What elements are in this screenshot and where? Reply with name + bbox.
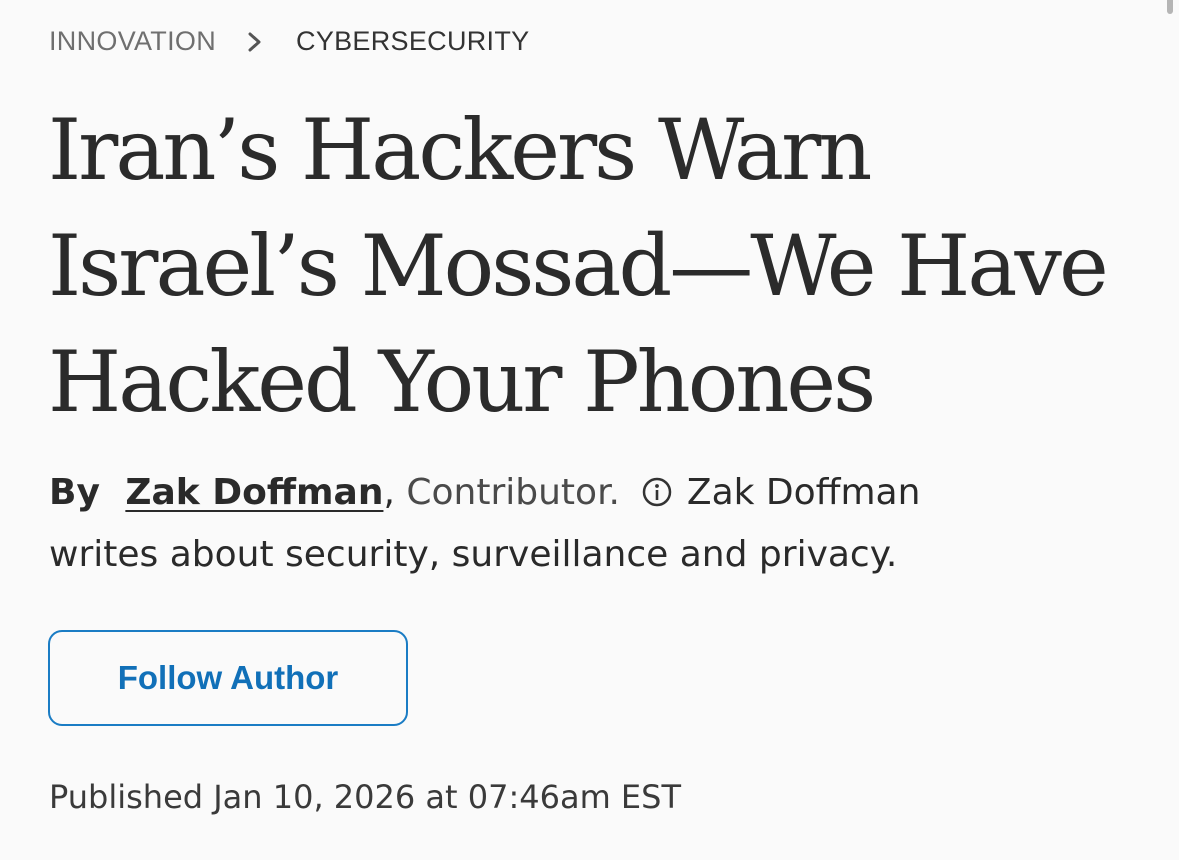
breadcrumb-cybersecurity-link[interactable]: CYBERSECURITY [296, 26, 529, 57]
author-name-link[interactable]: Zak Doffman [125, 472, 383, 513]
author-role: Contributor. [406, 472, 621, 513]
info-icon[interactable] [641, 476, 673, 508]
published-date: Published Jan 10, 2026 at 07:46am EST [49, 778, 681, 816]
byline: By Zak Doffman, Contributor. Zak Doffman… [49, 462, 1009, 586]
byline-by-label: By [49, 472, 100, 513]
scrollbar[interactable] [1167, 0, 1173, 14]
byline-comma: , [383, 472, 395, 513]
breadcrumb-innovation-link[interactable]: INNOVATION [49, 26, 216, 57]
follow-author-button[interactable]: Follow Author [48, 630, 408, 726]
article-headline: Iran’s Hackers Warn Israel’s Mossad—We H… [48, 101, 1109, 431]
breadcrumb: INNOVATION CYBERSECURITY [49, 26, 529, 57]
chevron-right-icon [248, 32, 261, 51]
